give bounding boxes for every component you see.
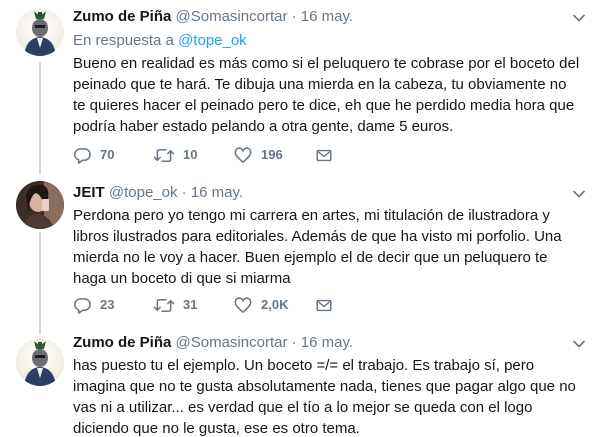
- retweet-button[interactable]: 10: [153, 145, 197, 165]
- separator-dot: ·: [291, 8, 297, 25]
- username[interactable]: @tope_ok: [109, 184, 178, 201]
- separator-dot: ·: [291, 334, 297, 351]
- mention-link[interactable]: @tope_ok: [178, 32, 247, 49]
- tweet-header: Zumo de Piña @Somasincortar · 16 may.: [73, 333, 353, 353]
- avatar[interactable]: [16, 181, 64, 229]
- like-icon: [234, 296, 252, 313]
- reply-count: 70: [100, 147, 115, 162]
- timestamp[interactable]: 16 may.: [191, 184, 243, 201]
- username[interactable]: @Somasincortar: [176, 8, 288, 25]
- reply-button[interactable]: 70: [73, 145, 114, 165]
- tweet-text: Perdona pero yo tengo mi carrera en arte…: [73, 207, 562, 287]
- avatar[interactable]: [16, 8, 64, 56]
- replying-prefix: En respuesta a: [73, 32, 174, 49]
- avatar[interactable]: [16, 338, 64, 386]
- replying-to: En respuesta a @tope_ok: [73, 31, 247, 51]
- tweet-text: Bueno en realidad es más como si el pelu…: [73, 55, 580, 135]
- tweet-header: JEIT @tope_ok · 16 may.: [73, 183, 243, 203]
- display-name[interactable]: JEIT: [73, 184, 105, 201]
- like-count: 2,0K: [261, 297, 289, 312]
- tweet[interactable]: Zumo de Piña @Somasincortar · 16 may. En…: [0, 0, 600, 172]
- tweet[interactable]: Zumo de Piña @Somasincortar · 16 may. ha…: [0, 332, 600, 437]
- retweet-count: 10: [183, 147, 198, 162]
- tweet-text: has puesto tu el ejemplo. Un boceto =/= …: [73, 357, 576, 437]
- tweet[interactable]: JEIT @tope_ok · 16 may. Perdona pero yo …: [0, 172, 600, 332]
- timestamp[interactable]: 16 may.: [301, 334, 353, 351]
- caret-down-icon[interactable]: [572, 187, 586, 201]
- display-name[interactable]: Zumo de Piña: [73, 334, 171, 351]
- username[interactable]: @Somasincortar: [176, 334, 288, 351]
- direct-message-button[interactable]: [315, 295, 341, 315]
- reply-icon: [74, 297, 91, 314]
- direct-message-icon: [316, 299, 332, 311]
- direct-message-icon: [316, 149, 332, 161]
- retweet-count: 31: [183, 297, 198, 312]
- retweet-button[interactable]: 31: [153, 295, 197, 315]
- retweet-icon: [153, 148, 175, 162]
- reply-button[interactable]: 23: [73, 295, 114, 315]
- like-button[interactable]: 196: [233, 145, 283, 165]
- retweet-icon: [153, 298, 175, 312]
- separator-dot: ·: [181, 184, 187, 201]
- like-count: 196: [261, 147, 283, 162]
- like-icon: [234, 146, 252, 163]
- caret-down-icon[interactable]: [572, 11, 586, 25]
- timestamp[interactable]: 16 may.: [301, 8, 353, 25]
- display-name[interactable]: Zumo de Piña: [73, 8, 171, 25]
- direct-message-button[interactable]: [315, 145, 341, 165]
- like-button[interactable]: 2,0K: [233, 295, 288, 315]
- reply-count: 23: [100, 297, 115, 312]
- tweet-header: Zumo de Piña @Somasincortar · 16 may.: [73, 7, 353, 27]
- caret-down-icon[interactable]: [572, 337, 586, 351]
- reply-icon: [74, 147, 91, 164]
